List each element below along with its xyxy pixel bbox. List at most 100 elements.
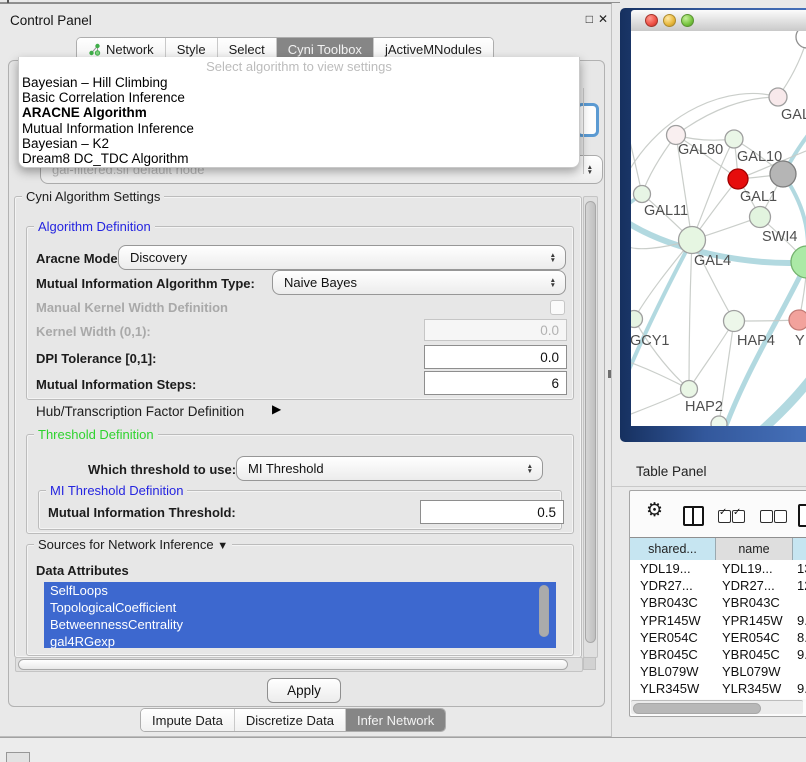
gear-icon[interactable]: ⚙ xyxy=(646,499,663,522)
data-attribute-item[interactable]: gal4RGexp xyxy=(44,633,556,648)
zoom-traffic-light[interactable] xyxy=(681,14,694,27)
collapse-down-icon[interactable]: ▼ xyxy=(217,540,228,552)
close-window-icon[interactable]: ✕ xyxy=(598,12,608,26)
mi-threshold-field[interactable]: 0.5 xyxy=(420,500,564,524)
attr-list-scrollbar[interactable] xyxy=(538,583,549,647)
network-node[interactable] xyxy=(724,311,745,332)
table-row[interactable]: YDR27...YDR27...12 xyxy=(630,577,806,594)
table-cell: YPR145W xyxy=(640,612,701,629)
aracne-mode-combo[interactable]: Discovery ▲▼ xyxy=(118,245,566,270)
sources-title-text: Sources for Network Inference xyxy=(38,537,214,552)
deselect-all-icon[interactable] xyxy=(760,510,773,523)
algorithm-option[interactable]: ARACNE Algorithm xyxy=(19,105,579,120)
table-row[interactable]: YDL19...YDL19...13 xyxy=(630,560,806,577)
table-column-header[interactable]: name xyxy=(716,538,793,560)
data-attribute-item[interactable]: BetweennessCentrality xyxy=(44,616,556,633)
tab-label: Cyni Toolbox xyxy=(288,42,362,57)
network-node[interactable] xyxy=(634,186,651,203)
which-threshold-combo[interactable]: MI Threshold ▲▼ xyxy=(236,456,543,481)
data-attribute-item[interactable]: SelfLoops xyxy=(44,582,556,599)
table-row[interactable]: YLR345WYLR345W9. xyxy=(630,680,806,697)
network-edge[interactable] xyxy=(631,389,689,416)
network-edge[interactable] xyxy=(634,319,689,389)
network-edge[interactable] xyxy=(761,373,806,426)
data-attributes-list[interactable]: SelfLoopsTopologicalCoefficientBetweenne… xyxy=(44,582,556,648)
select-all-icon[interactable]: ✓ xyxy=(732,510,745,523)
manual-kernel-checkbox[interactable] xyxy=(550,300,565,315)
network-node[interactable] xyxy=(681,381,698,398)
kernel-width-field[interactable]: 0.0 xyxy=(424,319,567,341)
minimize-traffic-light[interactable] xyxy=(663,14,676,27)
apply-button[interactable]: Apply xyxy=(267,678,341,703)
network-node[interactable] xyxy=(789,310,806,330)
network-node[interactable] xyxy=(728,169,748,189)
network-node[interactable] xyxy=(796,31,806,48)
table-hscrollbar-thumb[interactable] xyxy=(633,703,761,714)
algorithm-option[interactable]: Mutual Information Inference xyxy=(19,121,579,136)
network-node[interactable] xyxy=(631,311,643,328)
table-row[interactable]: YBL079WYBL079W xyxy=(630,663,806,680)
aracne-mode-value: Discovery xyxy=(130,250,187,265)
attr-list-scrollbar-thumb[interactable] xyxy=(539,585,549,637)
network-node[interactable] xyxy=(791,246,806,278)
network-edge[interactable] xyxy=(778,39,806,97)
mi-steps-label: Mutual Information Steps: xyxy=(36,377,196,392)
settings-hscrollbar[interactable] xyxy=(15,657,583,672)
settings-vscrollbar-thumb[interactable] xyxy=(585,201,596,643)
algorithm-option[interactable]: Basic Correlation Inference xyxy=(19,90,579,105)
bottom-tab-impute-data[interactable]: Impute Data xyxy=(141,709,235,731)
scrollbar-corner xyxy=(583,657,596,670)
float-window-icon[interactable]: □ xyxy=(586,12,593,26)
bottom-tab-discretize-data[interactable]: Discretize Data xyxy=(235,709,346,731)
network-node[interactable] xyxy=(769,88,787,106)
bottom-tab-infer-network[interactable]: Infer Network xyxy=(346,709,445,731)
network-node-label: GAL10 xyxy=(737,149,782,165)
mi-threshold-title: MI Threshold Definition xyxy=(46,483,187,498)
algorithm-option[interactable]: Bayesian – Hill Climbing xyxy=(19,75,579,90)
table-row[interactable]: YPR145WYPR145W9. xyxy=(630,612,806,629)
column-chooser-icon[interactable] xyxy=(683,506,704,526)
table-row[interactable]: YBR045CYBR045C9. xyxy=(630,646,806,663)
network-edge[interactable] xyxy=(631,361,689,389)
table-hscrollbar[interactable] xyxy=(631,700,803,714)
table-body: YDL19...YDL19...13YDR27...YDR27...12YBR0… xyxy=(630,560,806,699)
close-traffic-light[interactable] xyxy=(645,14,658,27)
mi-steps-field[interactable]: 6 xyxy=(424,371,567,395)
select-all-icon[interactable]: ✓ xyxy=(718,510,731,523)
data-attribute-item[interactable]: TopologicalCoefficient xyxy=(44,599,556,616)
network-node[interactable] xyxy=(711,416,727,426)
table-column-header[interactable]: shared... xyxy=(630,538,716,560)
network-node[interactable] xyxy=(750,207,771,228)
network-node-label: Y xyxy=(795,333,805,349)
network-edge[interactable] xyxy=(689,321,734,389)
deselect-all-icon[interactable] xyxy=(774,510,787,523)
algorithm-option[interactable]: Bayesian – K2 xyxy=(19,136,579,151)
table-cell: YDL19... xyxy=(722,560,773,577)
expand-right-icon[interactable]: ▶ xyxy=(272,402,281,416)
algorithm-option[interactable]: Dream8 DC_TDC Algorithm xyxy=(19,151,579,166)
settings-vscrollbar[interactable] xyxy=(583,196,598,658)
table-cell: 8. xyxy=(797,629,806,646)
table-cell: 0. xyxy=(797,698,806,700)
network-node[interactable] xyxy=(679,227,706,254)
table-panel-divider xyxy=(612,486,806,487)
algorithm-definition-title: Algorithm Definition xyxy=(34,219,155,234)
network-edge[interactable] xyxy=(642,135,676,194)
network-node-label: GCY1 xyxy=(631,333,670,349)
table-row[interactable]: YER054CYER054C8. xyxy=(630,629,806,646)
network-canvas[interactable]: GALGAL80GAL10GAL1GAL11SWI4GAL4GCY1HAP4YH… xyxy=(631,31,806,426)
network-edge[interactable] xyxy=(634,240,692,319)
panel-resize-grip[interactable] xyxy=(608,370,611,378)
new-table-icon[interactable] xyxy=(798,504,806,527)
table-column-header[interactable] xyxy=(793,538,806,560)
network-node[interactable] xyxy=(725,130,743,148)
network-edge[interactable] xyxy=(676,97,778,135)
table-row[interactable]: YIL052CYIL052C0. xyxy=(630,698,806,700)
dpi-tolerance-field[interactable]: 0.0 xyxy=(424,345,567,369)
settings-hscrollbar-thumb[interactable] xyxy=(18,659,568,670)
network-edge[interactable] xyxy=(631,126,642,194)
network-node-label: GAL4 xyxy=(694,253,731,269)
table-row[interactable]: YBR043CYBR043C xyxy=(630,594,806,611)
network-edge[interactable] xyxy=(689,240,692,389)
mi-algorithm-type-combo[interactable]: Naive Bayes ▲▼ xyxy=(272,270,566,295)
